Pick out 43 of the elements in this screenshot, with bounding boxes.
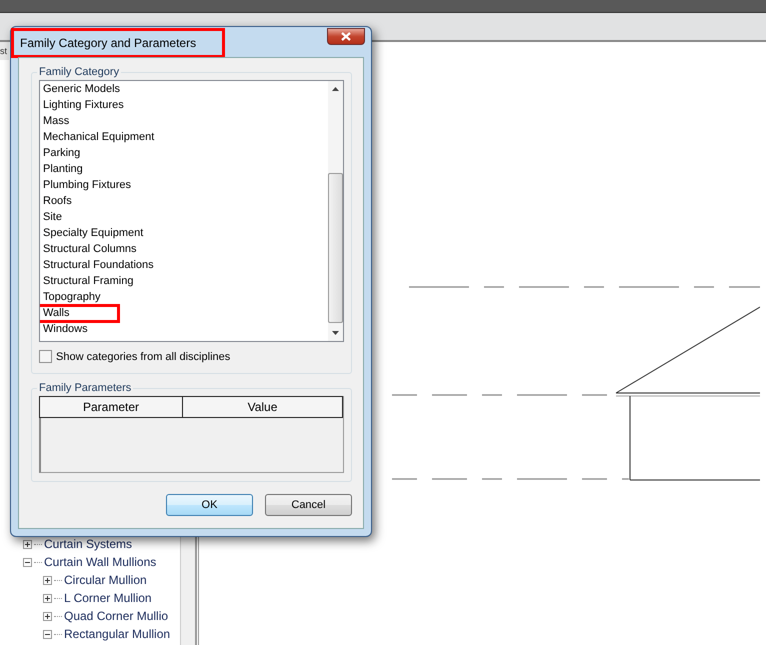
tree-item[interactable]: Rectangular Mullion <box>64 627 170 641</box>
list-item[interactable]: Specialty Equipment <box>43 227 144 240</box>
panel-tab[interactable]: st <box>0 42 9 60</box>
expand-icon[interactable] <box>43 594 52 602</box>
scroll-up-icon[interactable] <box>332 87 339 91</box>
list-item[interactable]: Structural Columns <box>43 243 137 256</box>
checkbox[interactable] <box>39 350 52 363</box>
list-item[interactable]: Parking <box>43 147 80 160</box>
tree-item[interactable]: Curtain Systems <box>44 537 132 551</box>
list-item[interactable]: Structural Foundations <box>43 259 154 272</box>
tree-item[interactable]: Curtain Wall Mullions <box>44 555 156 569</box>
ok-button[interactable]: OK <box>166 494 253 516</box>
list-item[interactable]: Mass <box>43 115 70 128</box>
list-item[interactable]: Plumbing Fixtures <box>43 179 132 192</box>
list-item[interactable]: Planting <box>43 163 83 176</box>
checkbox-label[interactable]: Show categories from all disciplines <box>56 350 230 362</box>
list-item[interactable]: Site <box>43 211 62 224</box>
collapse-icon[interactable] <box>43 630 52 638</box>
close-button[interactable] <box>327 28 365 45</box>
list-item[interactable]: Generic Models <box>43 83 120 96</box>
scrollbar[interactable] <box>328 81 343 341</box>
list-item[interactable]: Lighting Fixtures <box>43 99 124 112</box>
column-header[interactable]: Parameter <box>40 397 183 417</box>
tree-item[interactable]: Quad Corner Mullio <box>64 609 168 623</box>
scroll-down-icon[interactable] <box>332 331 339 335</box>
collapse-icon[interactable] <box>23 558 32 566</box>
group-title: Family Category <box>38 66 120 78</box>
expand-icon[interactable] <box>43 576 52 584</box>
list-item[interactable]: Windows <box>43 323 88 336</box>
list-item[interactable]: Roofs <box>43 195 72 208</box>
list-item[interactable]: Topography <box>43 291 100 304</box>
close-icon <box>341 32 351 41</box>
tree-item[interactable]: Circular Mullion <box>64 573 147 587</box>
cancel-button[interactable]: Cancel <box>265 494 352 516</box>
list-item[interactable]: Structural Framing <box>43 275 134 288</box>
column-header[interactable]: Value <box>183 397 342 417</box>
expand-icon[interactable] <box>23 540 32 548</box>
list-item[interactable]: Walls <box>40 304 120 323</box>
expand-icon[interactable] <box>43 612 52 620</box>
group-title: Family Parameters <box>38 382 132 394</box>
list-item[interactable]: Mechanical Equipment <box>43 131 154 144</box>
tree-item[interactable]: L Corner Mullion <box>64 591 152 605</box>
category-list[interactable] <box>39 80 344 342</box>
